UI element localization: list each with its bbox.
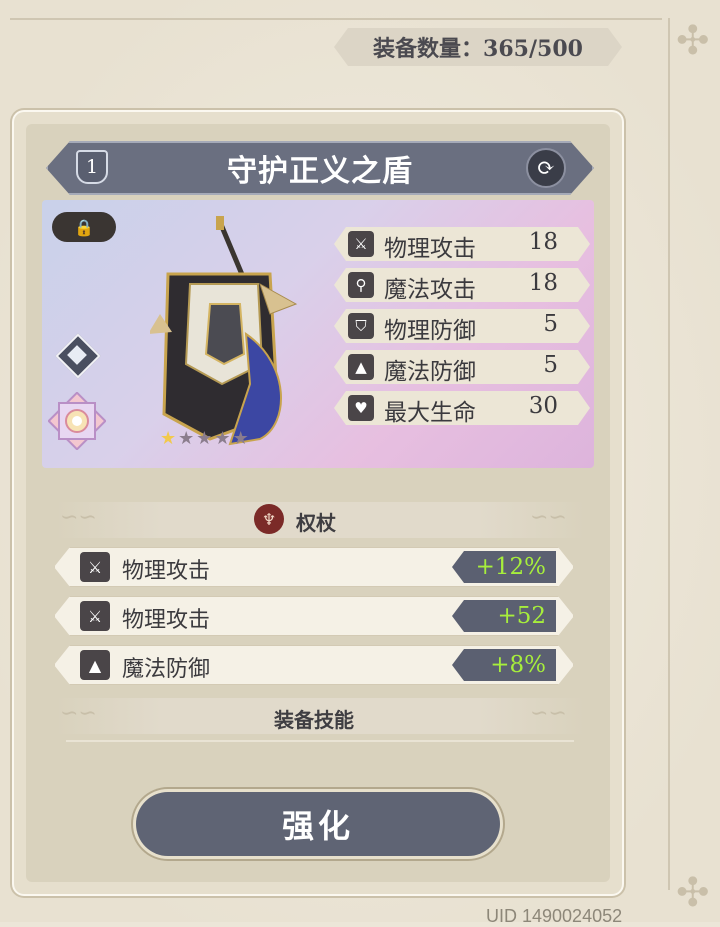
scroll-ornament-icon: ∽∽ xyxy=(60,505,97,530)
scroll-ornament-icon: ∽∽ xyxy=(60,701,97,726)
stat-value: 5 xyxy=(543,352,558,378)
scroll-ornament-icon: ∽∽ xyxy=(530,505,567,530)
sword-icon: ⚔ xyxy=(348,231,374,257)
scepter-icon: ♆ xyxy=(254,504,284,534)
rarity-flower-icon xyxy=(48,392,106,450)
corner-ornament-icon: ✣ xyxy=(676,18,710,64)
star-icon: ★ xyxy=(196,428,215,449)
wizard-hat-icon: ▲ xyxy=(348,354,374,380)
lock-button[interactable]: 🔒 xyxy=(52,212,116,242)
star-icon: ★ xyxy=(160,428,179,449)
level-badge: 1 xyxy=(76,150,108,184)
stat-value: 18 xyxy=(528,270,558,296)
stat-label: 物理防御 xyxy=(384,318,476,344)
frame-line xyxy=(10,18,662,20)
scroll-ornament-icon: ∽∽ xyxy=(530,701,567,726)
uid-label: UID 1490024052 xyxy=(486,906,623,926)
shield-artwork xyxy=(150,216,298,446)
shield-icon: ⛉ xyxy=(348,313,374,339)
star-icon: ★ xyxy=(214,428,233,449)
swap-icon: ⟳ xyxy=(536,155,556,181)
corner-ornament-icon: ✣ xyxy=(676,870,710,916)
stat-value: 5 xyxy=(543,311,558,337)
star-icon: ★ xyxy=(178,428,197,449)
divider xyxy=(66,740,574,742)
stat-value: 18 xyxy=(528,229,558,255)
swap-button[interactable]: ⟳ xyxy=(526,148,566,188)
attribute-value: +8% xyxy=(452,649,556,681)
stat-label: 魔法攻击 xyxy=(384,277,476,303)
staff-icon: ⚲ xyxy=(348,272,374,298)
attribute-label: 物理攻击 xyxy=(122,559,211,584)
attribute-value: +12% xyxy=(452,551,556,583)
lock-icon: 🔒 xyxy=(74,217,94,237)
stat-value: 30 xyxy=(528,393,558,419)
stat-label: 最大生命 xyxy=(384,400,476,426)
star-rating: ★★★★★ xyxy=(160,428,251,449)
heart-icon: ♥ xyxy=(348,395,374,421)
attribute-label: 魔法防御 xyxy=(122,657,211,682)
frame-line xyxy=(668,18,670,890)
stat-label: 魔法防御 xyxy=(384,359,476,385)
attribute-label: 物理攻击 xyxy=(122,608,211,633)
item-name: 守护正义之盾 xyxy=(227,154,413,189)
equipment-count: 装备数量：365/500 xyxy=(334,28,622,66)
enhance-button[interactable]: 强化 xyxy=(136,792,500,856)
attribute-value: +52 xyxy=(452,600,556,632)
weapon-type-label: 权杖 xyxy=(296,511,336,535)
sword-icon: ⚔ xyxy=(80,601,110,631)
sword-icon: ⚔ xyxy=(80,552,110,582)
skills-label: 装备技能 xyxy=(274,708,354,732)
star-icon: ★ xyxy=(232,428,251,449)
wizard-hat-icon: ▲ xyxy=(80,650,110,680)
stat-label: 物理攻击 xyxy=(384,236,476,262)
